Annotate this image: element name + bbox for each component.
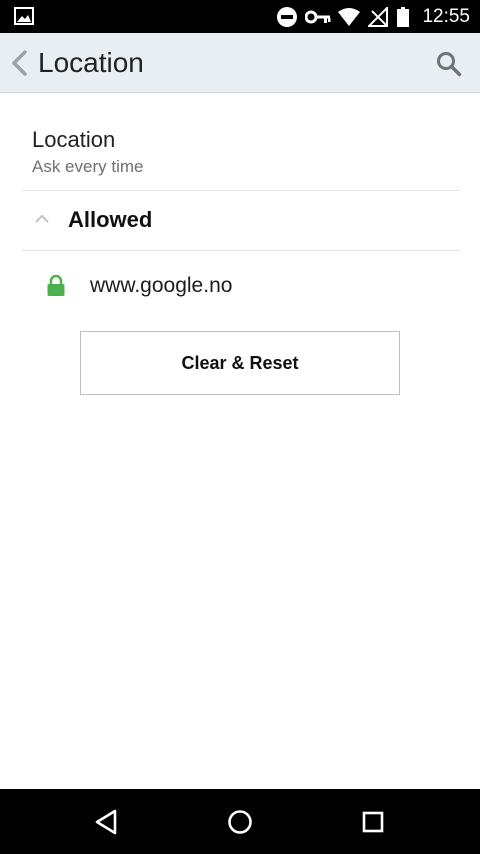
back-triangle-icon (95, 809, 117, 835)
nav-home-button[interactable] (223, 805, 257, 839)
site-list-item[interactable]: www.google.no (22, 270, 460, 304)
permission-title: Location (32, 127, 116, 152)
divider (22, 250, 460, 251)
back-button[interactable] (6, 47, 32, 79)
vpn-key-icon (302, 0, 334, 33)
content-area: Location Ask every time Allowed www.goog… (0, 94, 480, 789)
permission-header[interactable]: Location Ask every time (32, 126, 143, 178)
allowed-label: Allowed (68, 207, 153, 232)
image-icon (14, 6, 34, 26)
recents-square-icon (362, 811, 384, 833)
navigation-bar (0, 789, 480, 854)
chevron-up-icon (34, 212, 50, 224)
status-bar: 12:55 (0, 0, 480, 33)
clear-reset-button[interactable]: Clear & Reset (80, 331, 400, 395)
permission-subtitle: Ask every time (32, 157, 144, 176)
status-time: 12:55 (422, 5, 470, 27)
nav-recents-button[interactable] (356, 805, 390, 839)
home-circle-icon (228, 810, 252, 834)
page-title: Location (38, 47, 144, 78)
wifi-icon (334, 0, 364, 33)
site-url: www.google.no (90, 274, 233, 297)
allowed-section-header[interactable]: Allowed (22, 192, 460, 250)
status-icons: 12:55 (272, 0, 480, 33)
do-not-disturb-icon (272, 0, 302, 33)
no-signal-icon (364, 0, 392, 33)
search-button[interactable] (434, 49, 464, 79)
chevron-left-icon (12, 50, 27, 76)
lock-icon (46, 274, 66, 297)
divider (22, 190, 460, 191)
nav-back-button[interactable] (89, 805, 123, 839)
app-bar: Location (0, 33, 480, 93)
battery-icon (392, 0, 414, 33)
search-icon (437, 52, 462, 77)
